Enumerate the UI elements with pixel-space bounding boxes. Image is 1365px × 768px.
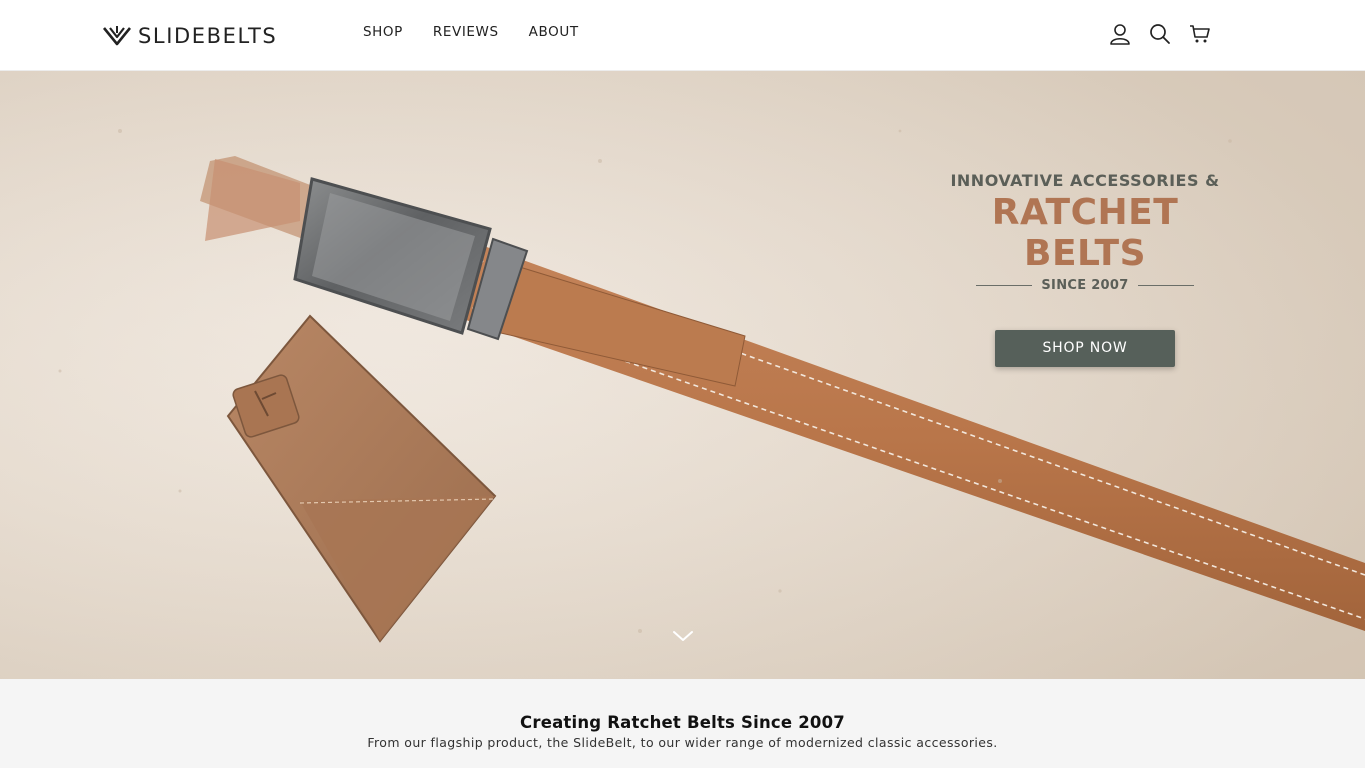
nav-shop[interactable]: SHOP — [363, 24, 403, 40]
divider-right — [1137, 285, 1194, 286]
intro-title: Creating Ratchet Belts Since 2007 — [520, 713, 845, 732]
shop-now-button[interactable]: SHOP NOW — [995, 330, 1175, 367]
search-button[interactable] — [1146, 20, 1174, 48]
hero-banner: INNOVATIVE ACCESSORIES & RATCHET BELTS S… — [0, 71, 1365, 679]
chevron-down-icon[interactable] — [672, 627, 694, 645]
account-icon — [1110, 24, 1130, 45]
hero-copy: INNOVATIVE ACCESSORIES & RATCHET BELTS S… — [930, 171, 1240, 367]
main-nav: SHOP REVIEWS ABOUT — [363, 24, 609, 40]
account-button[interactable] — [1106, 20, 1134, 48]
intro-section: Creating Ratchet Belts Since 2007 From o… — [0, 679, 1365, 768]
header-icons — [1106, 20, 1226, 48]
brand-name: SLIDEBELTS — [138, 24, 278, 48]
brand-logo[interactable]: SLIDEBELTS — [102, 22, 277, 50]
cart-icon — [1190, 25, 1210, 43]
hero-eyebrow: INNOVATIVE ACCESSORIES & — [950, 171, 1220, 190]
hero-headline: RATCHET BELTS — [991, 192, 1179, 274]
hero-image — [0, 71, 1365, 679]
since-row: SINCE 2007 — [930, 278, 1240, 293]
divider-left — [976, 285, 1033, 286]
search-icon — [1150, 24, 1170, 44]
hero-since: SINCE 2007 — [1041, 278, 1129, 293]
nav-about[interactable]: ABOUT — [529, 24, 579, 40]
nav-reviews[interactable]: REVIEWS — [433, 24, 499, 40]
site-header: SLIDEBELTS SHOP REVIEWS ABOUT — [0, 0, 1365, 71]
cart-button[interactable] — [1186, 20, 1214, 48]
intro-subtitle: From our flagship product, the SlideBelt… — [367, 735, 998, 750]
slidebelts-mark-icon — [102, 26, 132, 46]
